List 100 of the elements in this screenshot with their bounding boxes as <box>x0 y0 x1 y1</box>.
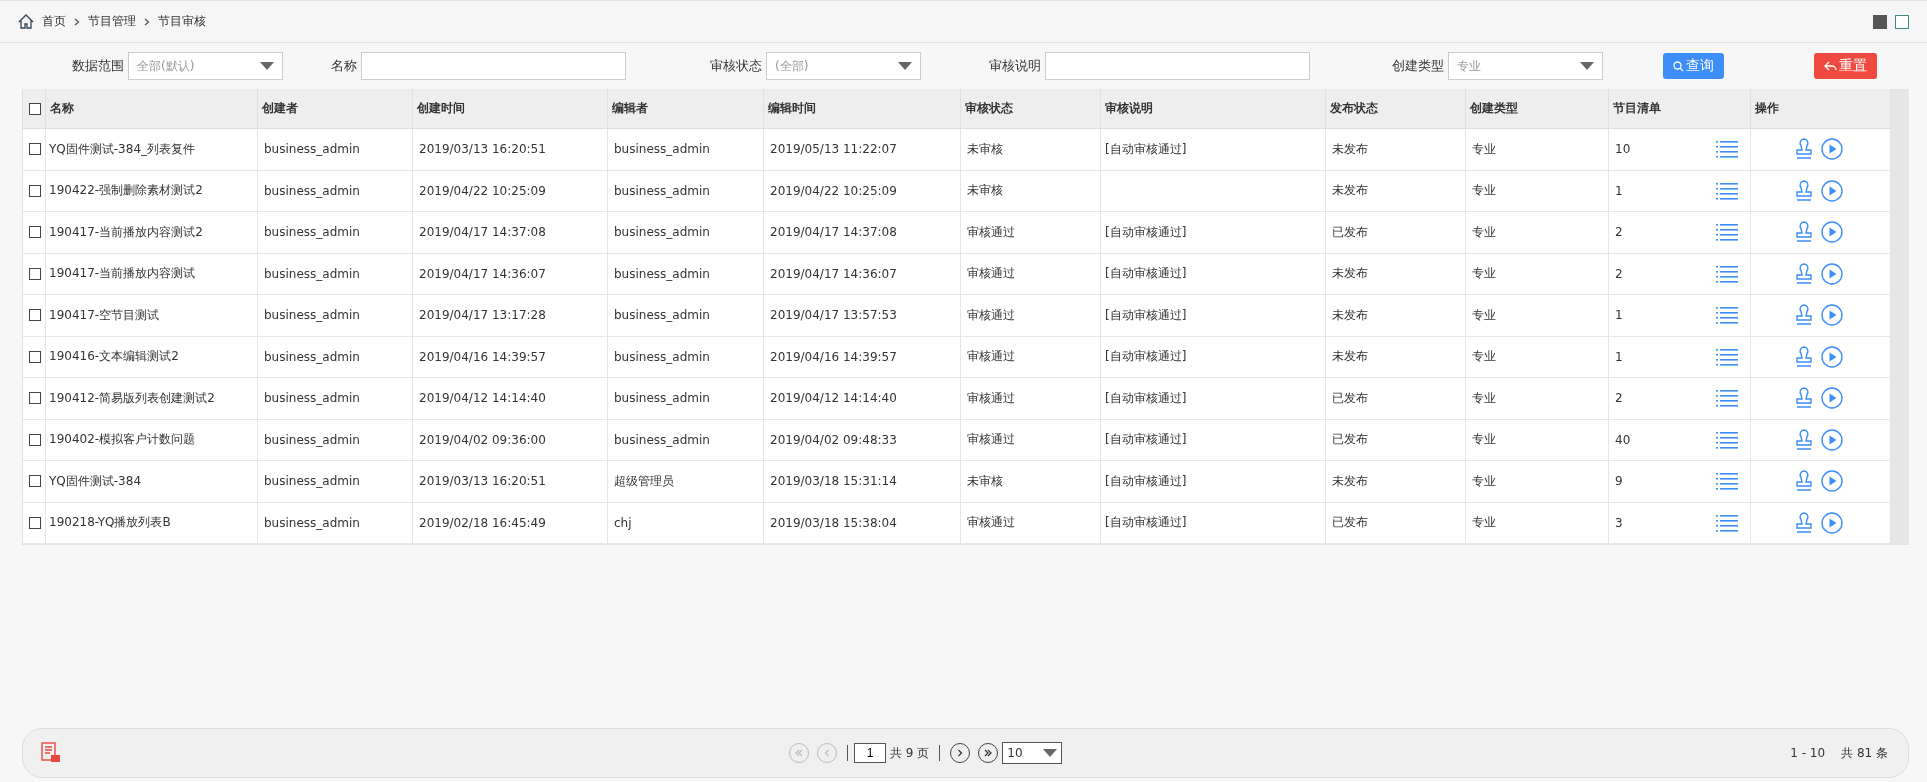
list-icon[interactable] <box>1716 472 1738 491</box>
row-checkbox[interactable] <box>29 309 41 322</box>
stamp-icon[interactable] <box>1795 179 1813 202</box>
stamp-icon[interactable] <box>1795 345 1813 368</box>
scrollbar-track[interactable] <box>1891 89 1909 544</box>
play-icon[interactable] <box>1821 470 1843 493</box>
stamp-icon[interactable] <box>1795 387 1813 410</box>
table-cell: 专业 <box>1466 461 1609 503</box>
column-header: 创建者 <box>258 89 413 129</box>
table-cell: 2019/02/18 16:45:49 <box>413 502 608 544</box>
table-cell: 2019/05/13 11:22:07 <box>764 129 961 171</box>
row-checkbox[interactable] <box>29 433 41 446</box>
row-checkbox[interactable] <box>29 392 41 405</box>
table-cell: 2 <box>1615 266 1623 281</box>
play-icon[interactable] <box>1821 179 1843 202</box>
filter-select[interactable]: 全部(默认) <box>128 52 283 80</box>
reset-button[interactable]: 重置 <box>1814 53 1877 79</box>
column-header: 节目清单 <box>1609 89 1751 129</box>
table-cell: 190416-文本编辑测试2 <box>46 336 258 378</box>
list-icon[interactable] <box>1716 430 1738 449</box>
home-icon[interactable] <box>18 14 34 29</box>
table-cell: 专业 <box>1466 502 1609 544</box>
table-cell: 未发布 <box>1326 295 1466 337</box>
list-icon[interactable] <box>1716 389 1738 408</box>
table-cell: 2019/04/17 14:36:07 <box>413 253 608 295</box>
filter-select[interactable]: (全部) <box>766 52 921 80</box>
play-icon[interactable] <box>1821 387 1843 410</box>
table-cell: 未发布 <box>1326 336 1466 378</box>
stamp-icon[interactable] <box>1795 470 1813 493</box>
column-header: 编辑者 <box>608 89 764 129</box>
breadcrumb-item[interactable]: 节目管理 <box>88 13 136 30</box>
table-cell: 1 <box>1615 183 1623 198</box>
table-cell: business_admin <box>608 295 764 337</box>
play-icon[interactable] <box>1821 345 1843 368</box>
table-cell: 1 <box>1615 349 1623 364</box>
filter-input[interactable] <box>1045 52 1310 80</box>
table-cell: 2019/04/17 14:37:08 <box>413 212 608 254</box>
table-cell: 2019/04/22 10:25:09 <box>764 170 961 212</box>
list-icon[interactable] <box>1716 181 1738 200</box>
table-cell: 审核通过 <box>961 212 1101 254</box>
page-range: 1 - 10 <box>1790 746 1826 760</box>
table-cell: 40 <box>1615 432 1631 447</box>
dropdown-arrow-icon <box>260 62 274 70</box>
filter-select[interactable]: 专业 <box>1448 52 1603 80</box>
table-cell: 专业 <box>1466 419 1609 461</box>
list-icon[interactable] <box>1716 223 1738 242</box>
table-cell: YQ固件测试-384_列表复件 <box>46 129 258 171</box>
row-checkbox[interactable] <box>29 184 41 197</box>
table-cell: [自动审核通过] <box>1101 502 1326 544</box>
outline-square-icon[interactable] <box>1895 14 1909 29</box>
stamp-icon[interactable] <box>1795 304 1813 327</box>
filter-label: 名称 <box>331 57 357 75</box>
stamp-icon[interactable] <box>1795 138 1813 161</box>
list-icon[interactable] <box>1716 347 1738 366</box>
breadcrumb-item: 节目审核 <box>158 13 206 30</box>
page-input[interactable]: 1 <box>854 743 886 763</box>
play-icon[interactable] <box>1821 511 1843 534</box>
table-cell: 190417-当前播放内容测试2 <box>46 212 258 254</box>
column-header: 审核说明 <box>1101 89 1326 129</box>
play-icon[interactable] <box>1821 221 1843 244</box>
report-icon[interactable] <box>41 742 61 764</box>
table-cell: business_admin <box>608 419 764 461</box>
table-cell: [自动审核通过] <box>1101 419 1326 461</box>
stamp-icon[interactable] <box>1795 221 1813 244</box>
column-header: 发布状态 <box>1326 89 1466 129</box>
list-icon[interactable] <box>1716 513 1738 532</box>
table-cell: 2019/04/02 09:48:33 <box>764 419 961 461</box>
select-all-checkbox[interactable] <box>29 102 41 115</box>
filter-input[interactable] <box>361 52 626 80</box>
column-header: 创建时间 <box>413 89 608 129</box>
filter-label: 审核说明 <box>989 57 1041 75</box>
double-chevron-icon <box>983 748 994 758</box>
play-icon[interactable] <box>1821 428 1843 451</box>
row-checkbox[interactable] <box>29 516 41 529</box>
row-checkbox[interactable] <box>29 226 41 239</box>
list-icon[interactable] <box>1716 140 1738 159</box>
list-icon[interactable] <box>1716 264 1738 283</box>
table-cell: 未发布 <box>1326 170 1466 212</box>
list-icon[interactable] <box>1716 306 1738 325</box>
double-chevron-icon <box>794 748 804 758</box>
row-checkbox[interactable] <box>29 267 41 280</box>
play-icon[interactable] <box>1821 304 1843 327</box>
breadcrumb-item[interactable]: 首页 <box>42 13 66 30</box>
chevron-icon <box>144 17 150 26</box>
stamp-icon[interactable] <box>1795 262 1813 285</box>
row-checkbox[interactable] <box>29 475 41 488</box>
row-checkbox[interactable] <box>29 350 41 363</box>
table-cell: 专业 <box>1466 378 1609 420</box>
search-button[interactable]: 查询 <box>1663 53 1724 79</box>
table-cell: business_admin <box>258 129 413 171</box>
table-cell: 未审核 <box>961 129 1101 171</box>
stamp-icon[interactable] <box>1795 428 1813 451</box>
table-cell: business_admin <box>258 502 413 544</box>
play-icon[interactable] <box>1821 262 1843 285</box>
filled-square-icon[interactable] <box>1873 14 1887 29</box>
stamp-icon[interactable] <box>1795 511 1813 534</box>
table-cell: 2019/04/17 13:57:53 <box>764 295 961 337</box>
row-checkbox[interactable] <box>29 143 41 156</box>
page-size-select[interactable]: 10 <box>1002 742 1063 764</box>
play-icon[interactable] <box>1821 138 1843 161</box>
